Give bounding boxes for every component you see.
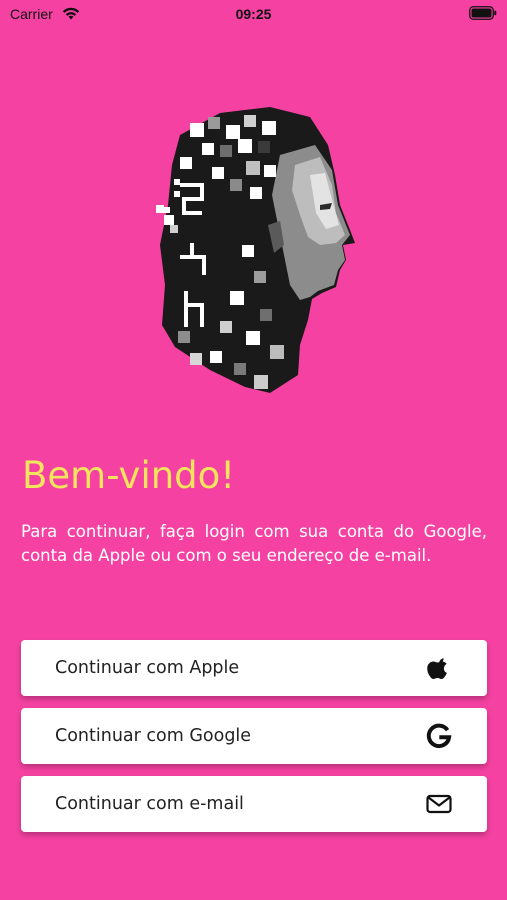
login-screen: Carrier 09:25 Bem-vindo! Para continuar,…	[0, 0, 507, 900]
email-button-label: Continuar com e-mail	[55, 794, 244, 814]
continue-with-apple-button[interactable]: Continuar com Apple	[21, 640, 487, 696]
welcome-message: Para continuar, faça login com sua conta…	[21, 522, 487, 565]
apple-button-label: Continuar com Apple	[55, 658, 240, 678]
envelope-icon	[426, 794, 452, 814]
status-bar: Carrier 09:25	[0, 0, 507, 28]
battery-full-icon	[469, 6, 497, 20]
google-g-icon	[426, 723, 452, 748]
status-time: 09:25	[235, 6, 272, 22]
continue-with-email-button[interactable]: Continuar com e-mail	[21, 776, 487, 832]
welcome-title: Bem-vindo!	[22, 454, 236, 497]
pixelated-portrait-illustration	[156, 107, 355, 393]
google-button-label: Continuar com Google	[55, 726, 252, 746]
apple-logo-icon	[427, 658, 447, 679]
continue-with-google-button[interactable]: Continuar com Google	[21, 708, 487, 764]
